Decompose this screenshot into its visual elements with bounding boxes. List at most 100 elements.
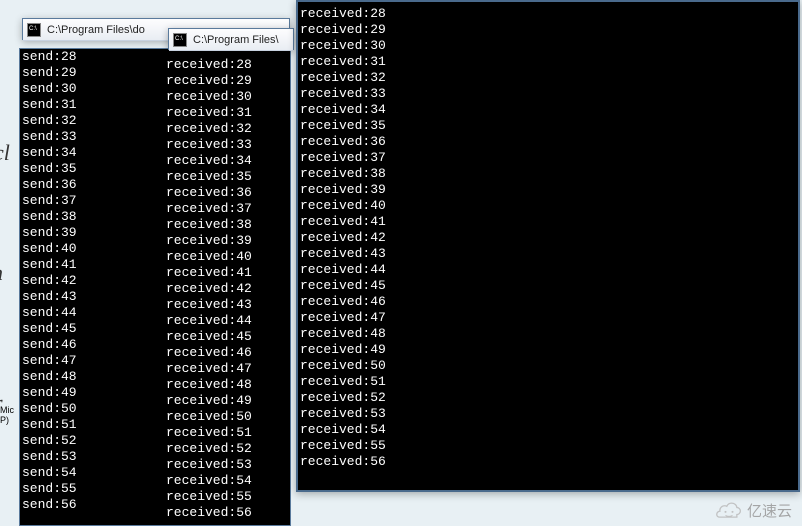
console-line: received:32: [300, 70, 386, 86]
cmd-icon: [27, 23, 41, 37]
watermark-text: 亿速云: [747, 500, 792, 521]
console-line: received:45: [300, 278, 386, 294]
console-line: send:41: [22, 257, 77, 273]
window-title: C:\Program Files\do: [47, 24, 145, 36]
console-line: send:33: [22, 129, 77, 145]
console-line: received:33: [166, 137, 252, 153]
console-line: send:29: [22, 65, 77, 81]
console-line: received:38: [166, 217, 252, 233]
console-line: received:46: [166, 345, 252, 361]
console-line: received:54: [166, 473, 252, 489]
console-line: received:50: [300, 358, 386, 374]
cmd-icon: [173, 33, 187, 47]
console-line: received:36: [300, 134, 386, 150]
console-line: send:46: [22, 337, 77, 353]
watermark: 亿速云: [715, 500, 792, 521]
console-line: send:40: [22, 241, 77, 257]
console-line: received:41: [300, 214, 386, 230]
console-line: send:43: [22, 289, 77, 305]
console-line: send:42: [22, 273, 77, 289]
console-line: received:52: [166, 441, 252, 457]
titlebar[interactable]: C:\Program Files\: [169, 29, 293, 51]
window-title: C:\Program Files\: [193, 34, 279, 46]
console-line: received:51: [166, 425, 252, 441]
console-line: received:31: [166, 105, 252, 121]
console-line: received:30: [300, 38, 386, 54]
console-line: received:55: [300, 438, 386, 454]
console-body[interactable]: received:28received:29received:30receive…: [298, 2, 798, 490]
console-line: received:35: [166, 169, 252, 185]
console-line: received:31: [300, 54, 386, 70]
console-line: received:37: [300, 150, 386, 166]
console-line: received:47: [300, 310, 386, 326]
console-line: received:49: [300, 342, 386, 358]
desktop-text-fragment: n: [0, 260, 3, 286]
console-line: send:37: [22, 193, 77, 209]
console-line: received:34: [166, 153, 252, 169]
console-line: send:45: [22, 321, 77, 337]
console-line: received:54: [300, 422, 386, 438]
console-line: received:45: [166, 329, 252, 345]
send-column: send:28send:29send:30send:31send:32send:…: [22, 49, 77, 513]
console-line: received:43: [300, 246, 386, 262]
console-line: send:44: [22, 305, 77, 321]
console-line: send:35: [22, 161, 77, 177]
console-line: received:40: [300, 198, 386, 214]
console-line: received:35: [300, 118, 386, 134]
cloud-icon: [715, 502, 743, 520]
console-line: received:44: [166, 313, 252, 329]
console-line: received:37: [166, 201, 252, 217]
console-line: send:54: [22, 465, 77, 481]
console-line: received:46: [300, 294, 386, 310]
console-line: received:44: [300, 262, 386, 278]
console-line: received:52: [300, 390, 386, 406]
console-line: received:43: [166, 297, 252, 313]
console-line: received:29: [300, 22, 386, 38]
console-line: received:41: [166, 265, 252, 281]
received-column: received:28received:29received:30receive…: [300, 6, 386, 470]
desktop-shortcut[interactable]: Mic P): [0, 405, 18, 485]
console-window-2-titlebar[interactable]: C:\Program Files\: [168, 28, 294, 50]
console-line: send:31: [22, 97, 77, 113]
console-line: send:39: [22, 225, 77, 241]
console-line: received:56: [300, 454, 386, 470]
console-line: received:28: [166, 57, 252, 73]
console-line: send:47: [22, 353, 77, 369]
console-line: received:48: [166, 377, 252, 393]
console-line: send:56: [22, 497, 77, 513]
console-line: send:28: [22, 49, 77, 65]
console-line: send:53: [22, 449, 77, 465]
console-line: received:29: [166, 73, 252, 89]
console-line: send:51: [22, 417, 77, 433]
console-window-1-body[interactable]: send:28send:29send:30send:31send:32send:…: [19, 48, 291, 526]
console-line: send:32: [22, 113, 77, 129]
console-line: send:36: [22, 177, 77, 193]
console-line: received:48: [300, 326, 386, 342]
console-line: received:42: [166, 281, 252, 297]
desktop-text-fragment: cl: [0, 140, 10, 166]
console-line: received:39: [300, 182, 386, 198]
console-line: received:55: [166, 489, 252, 505]
console-line: send:50: [22, 401, 77, 417]
console-line: received:53: [300, 406, 386, 422]
console-line: send:49: [22, 385, 77, 401]
console-line: received:32: [166, 121, 252, 137]
console-line: send:48: [22, 369, 77, 385]
console-line: received:28: [300, 6, 386, 22]
console-line: send:38: [22, 209, 77, 225]
console-line: received:53: [166, 457, 252, 473]
console-line: received:47: [166, 361, 252, 377]
console-line: received:40: [166, 249, 252, 265]
console-line: received:50: [166, 409, 252, 425]
console-line: send:34: [22, 145, 77, 161]
console-line: received:38: [300, 166, 386, 182]
console-window-3[interactable]: received:28received:29received:30receive…: [296, 0, 800, 492]
received-column: received:28received:29received:30receive…: [166, 57, 252, 521]
console-line: received:49: [166, 393, 252, 409]
console-line: received:56: [166, 505, 252, 521]
console-line: received:51: [300, 374, 386, 390]
console-line: received:36: [166, 185, 252, 201]
console-line: received:39: [166, 233, 252, 249]
console-line: send:52: [22, 433, 77, 449]
console-line: received:30: [166, 89, 252, 105]
